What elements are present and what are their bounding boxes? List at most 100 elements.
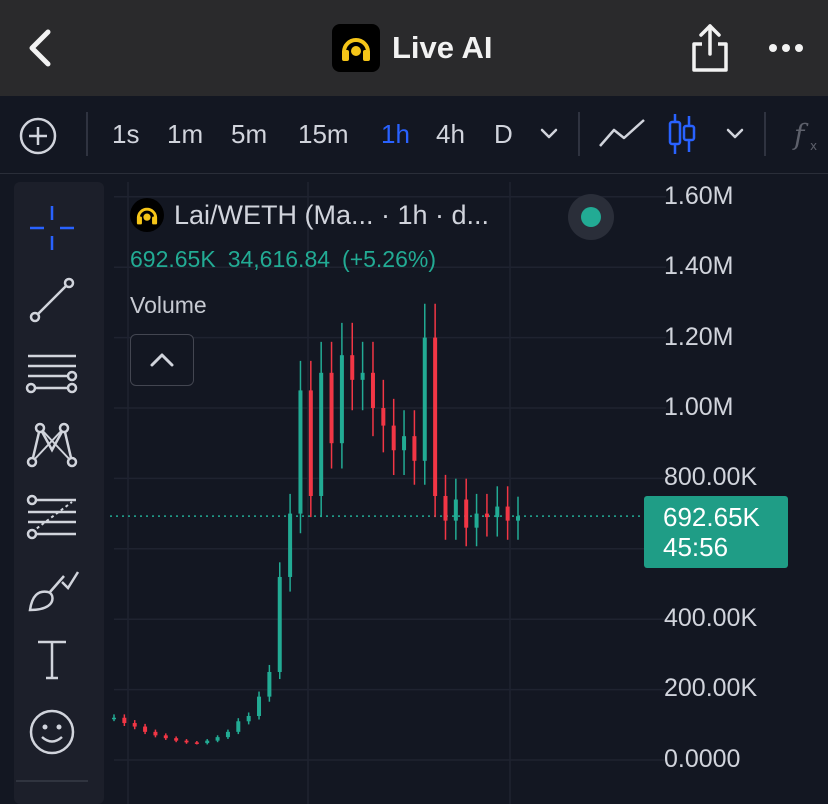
candle-body xyxy=(422,337,427,461)
volume-label[interactable]: Volume xyxy=(130,292,207,319)
candle-body xyxy=(288,513,293,577)
status-dot xyxy=(581,207,601,227)
indicators-fx-icon[interactable]: f x xyxy=(790,114,826,154)
app-bar: Live AI xyxy=(0,0,828,96)
timeframe-15m[interactable]: 15m xyxy=(298,118,349,150)
headphones-logo-icon xyxy=(342,38,370,61)
trend-line-icon[interactable] xyxy=(24,272,80,328)
timeframe-1h[interactable]: 1h xyxy=(381,118,410,150)
candle-body xyxy=(153,731,158,736)
svg-text:f: f xyxy=(792,118,809,151)
candle-body xyxy=(474,513,479,528)
candle-body xyxy=(174,738,179,741)
y-tick-label: 1.20M xyxy=(664,323,734,351)
candlestick-icon[interactable] xyxy=(666,112,698,156)
candle-body xyxy=(225,731,230,738)
timeframe-d[interactable]: D xyxy=(494,118,513,150)
candle-body xyxy=(215,737,220,741)
y-tick-label: 1.00M xyxy=(664,393,734,421)
toolbar-divider xyxy=(764,112,766,156)
candle-body xyxy=(308,390,313,496)
chevron-left-icon[interactable] xyxy=(20,26,60,70)
candle-body xyxy=(122,717,127,724)
candle-body xyxy=(433,337,438,496)
y-tick-label: 0.0000 xyxy=(664,745,741,773)
timeframe-5m[interactable]: 5m xyxy=(231,118,267,150)
candle-body xyxy=(298,390,303,514)
candle-body xyxy=(339,355,344,444)
candle-body xyxy=(464,499,469,528)
toolbar-divider xyxy=(86,112,88,156)
timeframe-4h[interactable]: 4h xyxy=(436,118,465,150)
candle-body xyxy=(184,740,189,743)
y-tick-label: 1.60M xyxy=(664,182,734,210)
candle-body xyxy=(381,408,386,426)
add-circle-icon[interactable] xyxy=(18,116,58,156)
candle-body xyxy=(370,372,375,408)
token-logo xyxy=(130,198,164,232)
candle-body xyxy=(391,425,396,451)
price-change: 34,616.84 xyxy=(227,246,331,272)
text-tool-icon[interactable] xyxy=(24,632,80,688)
toolbar-divider xyxy=(578,112,580,156)
headphones-logo-icon xyxy=(136,207,158,225)
y-tick-label: 200.00K xyxy=(664,674,758,702)
share-icon[interactable] xyxy=(690,22,730,74)
candle-body xyxy=(112,717,116,720)
candle-body xyxy=(205,740,210,744)
candle-body xyxy=(132,723,137,727)
app-brand: Live AI xyxy=(332,24,493,72)
candle-body xyxy=(319,372,324,496)
drawing-toolbar xyxy=(14,182,104,804)
candle-body xyxy=(350,355,355,380)
bar-countdown: 45:56 xyxy=(663,532,729,562)
crosshair-icon[interactable] xyxy=(24,200,80,256)
candle-body xyxy=(453,499,458,521)
legend-values: 692.65K 34,616.84 (+5.26%) xyxy=(130,246,448,273)
fib-retracement-icon[interactable] xyxy=(24,488,80,544)
candle-body xyxy=(236,721,241,732)
symbol-title[interactable]: Lai/WETH (Ma... · 1h · d... xyxy=(174,200,489,231)
y-tick-label: 400.00K xyxy=(664,604,758,632)
chart-toolbar: 1s 1m 5m 15m 1h 4h D f x xyxy=(0,96,828,174)
candle-body xyxy=(163,735,168,739)
brush-icon[interactable] xyxy=(24,560,80,616)
chevron-up-icon xyxy=(150,353,174,367)
candle-body xyxy=(277,576,282,672)
collapse-legend-button[interactable] xyxy=(130,334,194,386)
candle-body xyxy=(495,506,500,518)
y-tick-label: 800.00K xyxy=(664,463,758,491)
horizontal-lines-icon[interactable] xyxy=(24,344,80,400)
price-tag-value: 692.65K xyxy=(663,502,760,532)
market-status-indicator[interactable] xyxy=(568,194,614,240)
y-tick-label: 1.40M xyxy=(664,252,734,280)
chevron-down-icon[interactable] xyxy=(724,124,746,144)
candle-body xyxy=(402,436,407,451)
last-price: 692.65K xyxy=(130,246,216,272)
candle-body xyxy=(246,716,251,722)
candle-body xyxy=(257,696,262,716)
candle-body xyxy=(143,726,148,732)
more-horizontal-icon[interactable] xyxy=(766,34,806,62)
timeframe-1m[interactable]: 1m xyxy=(167,118,203,150)
candle-body xyxy=(329,372,334,444)
app-title: Live AI xyxy=(392,30,493,65)
candle-body xyxy=(443,496,448,521)
legend-title-row: Lai/WETH (Ma... · 1h · d... xyxy=(130,198,489,232)
candle-body xyxy=(516,516,520,521)
price-change-pct: (+5.26%) xyxy=(342,246,436,272)
pattern-icon[interactable] xyxy=(24,416,80,472)
last-price-tag: 692.65K 45:56 xyxy=(644,496,788,568)
candle-body xyxy=(412,436,417,461)
toolbar-divider xyxy=(16,780,88,782)
svg-text:x: x xyxy=(810,139,817,153)
chevron-down-icon[interactable] xyxy=(538,124,560,144)
timeframe-1s[interactable]: 1s xyxy=(112,118,139,150)
candle-body xyxy=(194,742,199,744)
candle-body xyxy=(484,513,489,518)
line-chart-icon[interactable] xyxy=(598,118,646,150)
candle-body xyxy=(267,672,272,697)
candle-body xyxy=(360,372,365,380)
app-logo xyxy=(332,24,380,72)
emoji-icon[interactable] xyxy=(24,704,80,760)
